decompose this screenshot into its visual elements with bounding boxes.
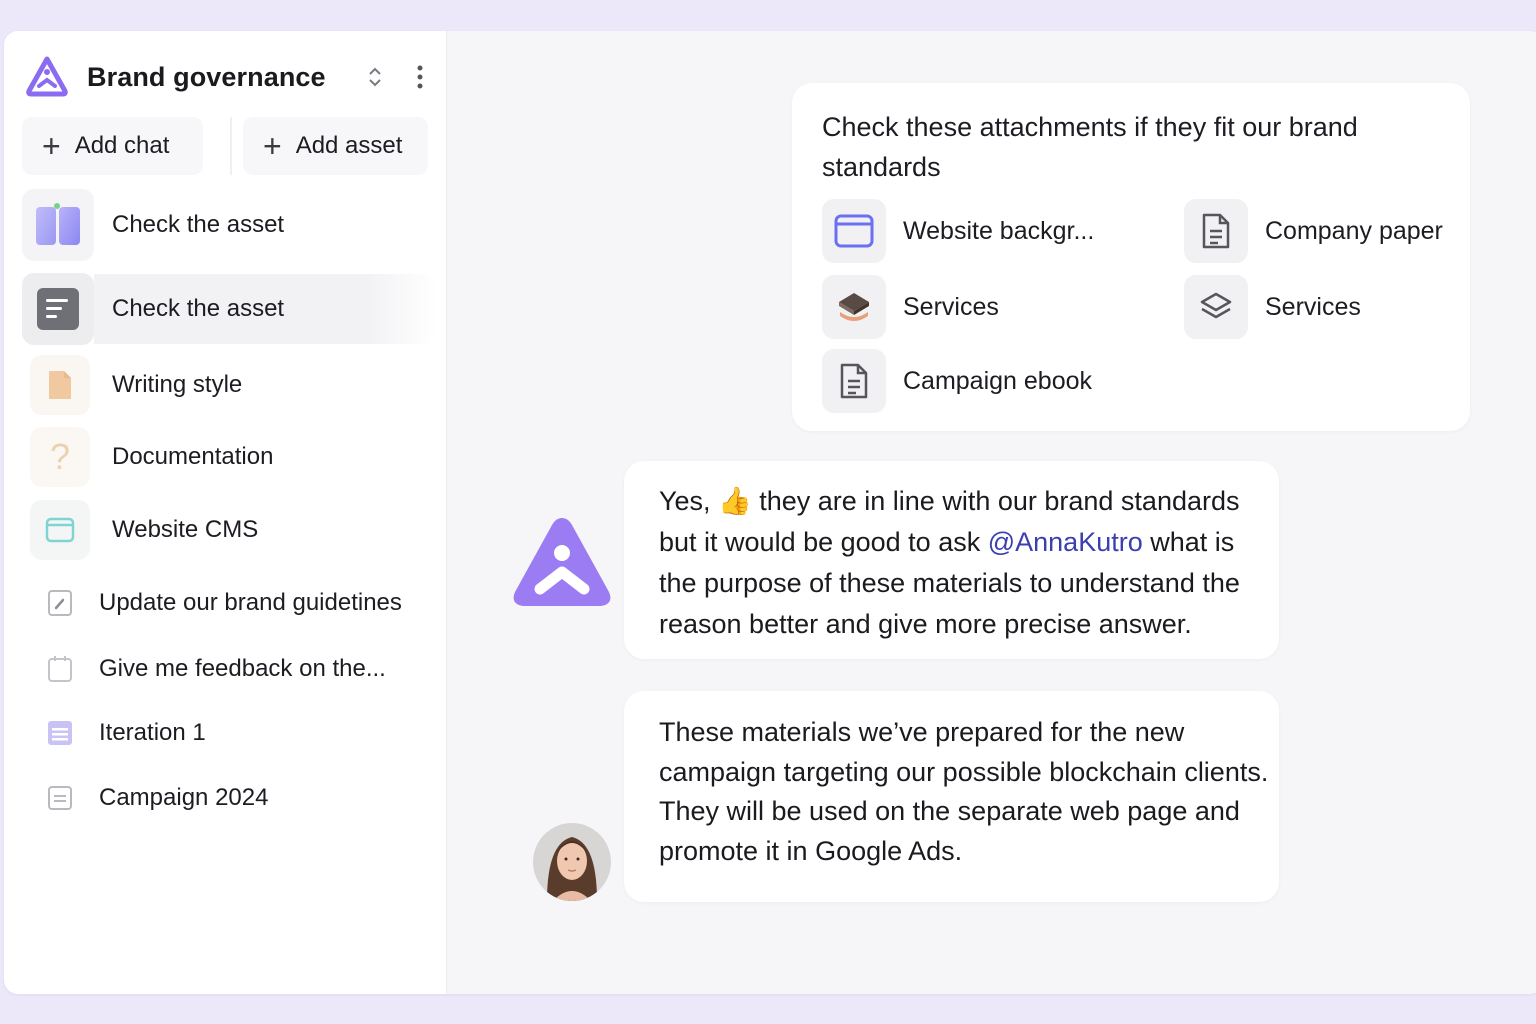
document-gray-icon: [22, 273, 94, 345]
attachment-label: Company paper: [1265, 216, 1443, 245]
ai-assistant-avatar: [513, 518, 611, 606]
attachment-label: Campaign ebook: [903, 366, 1093, 395]
list-gray-icon: [44, 782, 76, 814]
sidebar-chat-item[interactable]: Give me feedback on the...: [44, 649, 386, 689]
chat-label: Campaign 2024: [99, 784, 269, 811]
document-icon: [1184, 199, 1248, 263]
app-window: Brand governance + Add chat + Add asset: [4, 31, 1536, 994]
more-vertical-icon[interactable]: [407, 63, 433, 91]
edit-icon: [44, 587, 76, 619]
attachment-item[interactable]: Services: [1184, 275, 1361, 339]
sidebar-asset-item[interactable]: Check the asset: [22, 189, 436, 261]
chat-label: Update our brand guidetines: [99, 589, 402, 616]
plus-icon: +: [263, 128, 282, 164]
switch-workspace-icon[interactable]: [362, 63, 388, 91]
sidebar-asset-item-active[interactable]: Check the asset: [22, 273, 436, 345]
user-message-card: These materials we’ve prepared for the n…: [624, 691, 1279, 902]
user-avatar: [533, 823, 611, 901]
attachment-item[interactable]: Campaign ebook: [822, 349, 1092, 413]
attachment-item[interactable]: Website backgr...: [822, 199, 1094, 263]
user-mention-link[interactable]: @AnnaKutro: [988, 527, 1143, 557]
sidebar-chat-item[interactable]: Update our brand guidetines: [44, 583, 402, 623]
ai-reply-prefix: Yes,: [659, 486, 711, 516]
sidebar-chat-item[interactable]: Iteration 1: [44, 713, 206, 753]
sidebar-asset-item[interactable]: Writing style: [30, 349, 444, 421]
ai-reply-card: Yes, 👍 they are in line with our brand s…: [624, 461, 1279, 659]
add-asset-button[interactable]: + Add asset: [243, 117, 428, 175]
divider: [230, 117, 232, 175]
sidebar: Brand governance + Add chat + Add asset: [4, 31, 447, 994]
question-icon: ?: [30, 427, 90, 487]
plus-icon: +: [42, 128, 61, 164]
chat-area: Check these attachments if they fit our …: [448, 31, 1536, 994]
asset-label: Check the asset: [112, 211, 285, 238]
brand-logo-icon: [26, 56, 68, 97]
sidebar-chat-item[interactable]: Campaign 2024: [44, 778, 268, 818]
asset-label: Website CMS: [112, 516, 259, 543]
attachment-item[interactable]: Company paper: [1184, 199, 1443, 263]
document-icon: [822, 349, 886, 413]
request-text: Check these attachments if they fit our …: [822, 112, 1358, 182]
attachment-label: Services: [903, 292, 999, 321]
asset-label: Writing style: [112, 371, 243, 398]
ai-reply-text: Yes, 👍 they are in line with our brand s…: [659, 481, 1279, 645]
workspace-title: Brand governance: [87, 61, 326, 92]
user-message-text: These materials we’ve prepared for the n…: [659, 717, 1269, 866]
workspace-header: Brand governance: [26, 55, 436, 99]
phone-gradient-icon: [22, 189, 94, 261]
add-chat-label: Add chat: [74, 132, 170, 159]
asset-label: Check the asset: [112, 295, 285, 322]
chat-label: Iteration 1: [99, 719, 206, 746]
attachment-label: Website backgr...: [903, 216, 1095, 245]
sidebar-asset-item[interactable]: Website CMS: [30, 494, 444, 566]
thumbs-up-emoji: 👍: [718, 486, 752, 516]
asset-label: Documentation: [112, 443, 274, 470]
attachment-item[interactable]: Services: [822, 275, 999, 339]
stack-3d-icon: [822, 275, 886, 339]
paper-beige-icon: [30, 355, 90, 415]
browser-window-icon: [30, 500, 90, 560]
chat-label: Give me feedback on the...: [99, 655, 386, 682]
list-purple-icon: [44, 717, 76, 749]
calendar-icon: [44, 653, 76, 685]
add-chat-button[interactable]: + Add chat: [22, 117, 203, 175]
add-asset-label: Add asset: [295, 132, 403, 159]
request-message-card: Check these attachments if they fit our …: [792, 83, 1470, 431]
layers-icon: [1184, 275, 1248, 339]
browser-window-icon: [822, 199, 886, 263]
attachment-label: Services: [1265, 292, 1361, 321]
sidebar-asset-item[interactable]: ? Documentation: [30, 421, 444, 493]
